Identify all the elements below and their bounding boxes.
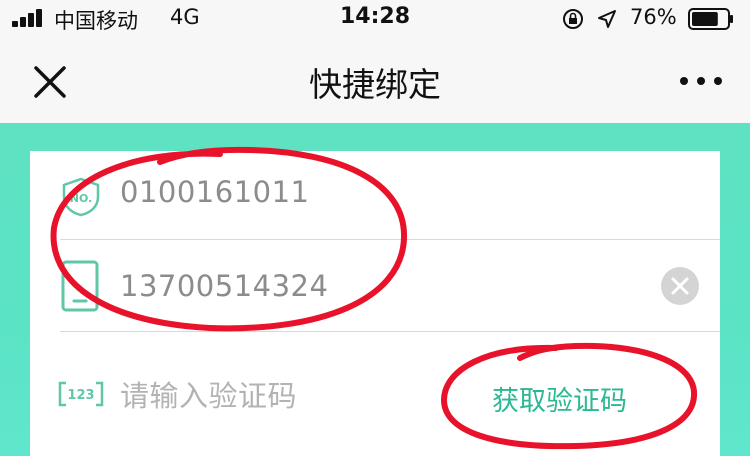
phone-icon bbox=[61, 260, 99, 312]
content-area: NO. 0100161011 13700514324 123 请输入验证码 获取… bbox=[0, 123, 750, 456]
rotation-lock-icon bbox=[563, 9, 583, 29]
battery-icon bbox=[688, 8, 733, 30]
svg-text:123: 123 bbox=[67, 388, 94, 403]
more-icon[interactable] bbox=[676, 66, 726, 96]
location-arrow-icon bbox=[598, 10, 616, 28]
get-code-button[interactable]: 获取验证码 bbox=[492, 379, 627, 418]
account-number-field[interactable]: 0100161011 bbox=[120, 175, 310, 209]
verification-code-input[interactable]: 请输入验证码 bbox=[120, 373, 297, 415]
shield-no-icon: NO. bbox=[62, 177, 100, 217]
account-number-row[interactable]: NO. 0100161011 bbox=[30, 151, 720, 239]
page-title: 快捷绑定 bbox=[309, 65, 441, 104]
code-123-icon: 123 bbox=[58, 381, 104, 407]
phone-number-row[interactable]: 13700514324 bbox=[30, 239, 720, 331]
clear-input-icon[interactable] bbox=[660, 266, 700, 306]
verification-code-row: 123 请输入验证码 获取验证码 bbox=[30, 331, 720, 456]
status-bar: 中国移动 4G 14:28 76% bbox=[0, 0, 750, 40]
binding-form: NO. 0100161011 13700514324 123 请输入验证码 获取… bbox=[30, 151, 720, 456]
navigation-bar: 快捷绑定 bbox=[0, 40, 750, 123]
phone-number-field[interactable]: 13700514324 bbox=[120, 269, 328, 303]
battery-percent: 76% bbox=[630, 5, 677, 29]
svg-text:NO.: NO. bbox=[70, 192, 93, 205]
